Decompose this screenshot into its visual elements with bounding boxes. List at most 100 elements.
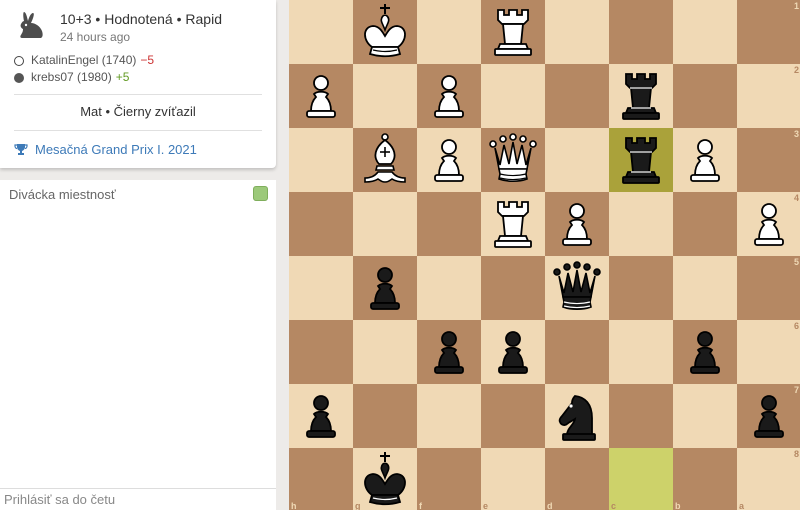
white-queen-icon[interactable]: [481, 128, 545, 192]
rabbit-icon: [20, 12, 43, 38]
game-info-card: 10+3 • Hodnotená • Rapid 24 hours ago Ka…: [0, 0, 276, 168]
rank-label: 2: [793, 65, 799, 75]
square-f7[interactable]: [417, 384, 481, 448]
square-f8[interactable]: f: [417, 448, 481, 510]
black-pawn-icon[interactable]: [417, 320, 481, 384]
square-f5[interactable]: [417, 256, 481, 320]
square-b2[interactable]: [673, 64, 737, 128]
square-a3[interactable]: 3: [737, 128, 800, 192]
chat-input[interactable]: Prihlásiť sa do četu: [0, 488, 276, 510]
players-list: KatalinEngel (1740) −5 krebs07 (1980) +5: [14, 52, 154, 86]
left-panel: 10+3 • Hodnotená • Rapid 24 hours ago Ka…: [0, 0, 276, 510]
chess-board[interactable]: 1234567hgfedcb8a: [289, 0, 800, 510]
chat-panel: Divácka miestnosť Prihlásiť sa do četu: [0, 180, 276, 510]
player-black-name[interactable]: krebs07 (1980): [31, 69, 112, 86]
black-pawn-icon[interactable]: [481, 320, 545, 384]
divider: [14, 94, 262, 95]
square-g4[interactable]: [353, 192, 417, 256]
white-rook-icon[interactable]: [481, 0, 545, 64]
player-white[interactable]: KatalinEngel (1740) −5: [14, 52, 154, 69]
tournament-name[interactable]: Mesačná Grand Prix I. 2021: [35, 142, 197, 157]
square-g6[interactable]: [353, 320, 417, 384]
chat-input-placeholder: Prihlásiť sa do četu: [4, 492, 116, 507]
square-h1[interactable]: [289, 0, 353, 64]
square-c4[interactable]: [609, 192, 673, 256]
player-white-rating-change: −5: [140, 53, 155, 67]
square-e5[interactable]: [481, 256, 545, 320]
rank-label: 6: [793, 321, 799, 331]
tournament-link[interactable]: Mesačná Grand Prix I. 2021: [14, 142, 197, 157]
square-d3[interactable]: [545, 128, 609, 192]
white-king-icon[interactable]: [353, 0, 417, 64]
game-header: 10+3 • Hodnotená • Rapid 24 hours ago: [14, 8, 222, 46]
player-black[interactable]: krebs07 (1980) +5: [14, 69, 154, 86]
rank-label: 3: [793, 129, 799, 139]
game-timestamp: 24 hours ago: [60, 30, 131, 44]
square-h4[interactable]: [289, 192, 353, 256]
white-pawn-icon[interactable]: [737, 192, 800, 256]
square-g2[interactable]: [353, 64, 417, 128]
square-b7[interactable]: [673, 384, 737, 448]
square-h3[interactable]: [289, 128, 353, 192]
square-c1[interactable]: [609, 0, 673, 64]
square-b4[interactable]: [673, 192, 737, 256]
white-rook-icon[interactable]: [481, 192, 545, 256]
square-c6[interactable]: [609, 320, 673, 384]
white-pawn-icon[interactable]: [417, 128, 481, 192]
rank-label: 1: [793, 1, 799, 11]
white-pawn-icon[interactable]: [417, 64, 481, 128]
square-d2[interactable]: [545, 64, 609, 128]
file-label: d: [547, 501, 553, 510]
file-label: h: [291, 501, 297, 510]
black-pawn-icon[interactable]: [289, 384, 353, 448]
file-label: b: [675, 501, 681, 510]
square-a2[interactable]: 2: [737, 64, 800, 128]
square-e8[interactable]: e: [481, 448, 545, 510]
square-b8[interactable]: b: [673, 448, 737, 510]
black-pawn-icon[interactable]: [353, 256, 417, 320]
white-dot-icon: [14, 55, 24, 66]
square-d6[interactable]: [545, 320, 609, 384]
square-e7[interactable]: [481, 384, 545, 448]
trophy-icon: [14, 143, 28, 155]
chat-toggle[interactable]: [253, 186, 268, 201]
square-d1[interactable]: [545, 0, 609, 64]
square-b1[interactable]: [673, 0, 737, 64]
rank-label: 8: [793, 449, 799, 459]
square-h6[interactable]: [289, 320, 353, 384]
white-pawn-icon[interactable]: [289, 64, 353, 128]
file-label: c: [611, 501, 617, 510]
square-f4[interactable]: [417, 192, 481, 256]
square-a1[interactable]: 1: [737, 0, 800, 64]
square-a5[interactable]: 5: [737, 256, 800, 320]
square-f1[interactable]: [417, 0, 481, 64]
rank-label: 5: [793, 257, 799, 267]
black-pawn-icon[interactable]: [737, 384, 800, 448]
square-d8[interactable]: d: [545, 448, 609, 510]
black-king-icon[interactable]: [353, 448, 417, 510]
white-pawn-icon[interactable]: [673, 128, 737, 192]
file-label: a: [739, 501, 745, 510]
white-pawn-icon[interactable]: [545, 192, 609, 256]
square-c5[interactable]: [609, 256, 673, 320]
square-a8[interactable]: 8a: [737, 448, 800, 510]
black-rook-icon[interactable]: [609, 128, 673, 192]
square-c7[interactable]: [609, 384, 673, 448]
square-c8[interactable]: c: [609, 448, 673, 510]
player-black-rating-change: +5: [115, 70, 130, 84]
square-h8[interactable]: h: [289, 448, 353, 510]
black-knight-icon[interactable]: [545, 384, 609, 448]
black-rook-icon[interactable]: [609, 64, 673, 128]
square-a6[interactable]: 6: [737, 320, 800, 384]
white-bishop-icon[interactable]: [353, 128, 417, 192]
chat-title: Divácka miestnosť: [9, 187, 116, 202]
black-pawn-icon[interactable]: [673, 320, 737, 384]
square-h5[interactable]: [289, 256, 353, 320]
game-result: Mat • Čierny zvíťazil: [80, 104, 196, 119]
black-queen-icon[interactable]: [545, 256, 609, 320]
player-white-name[interactable]: KatalinEngel (1740): [31, 52, 136, 69]
square-g7[interactable]: [353, 384, 417, 448]
square-e2[interactable]: [481, 64, 545, 128]
divider: [14, 130, 262, 131]
square-b5[interactable]: [673, 256, 737, 320]
